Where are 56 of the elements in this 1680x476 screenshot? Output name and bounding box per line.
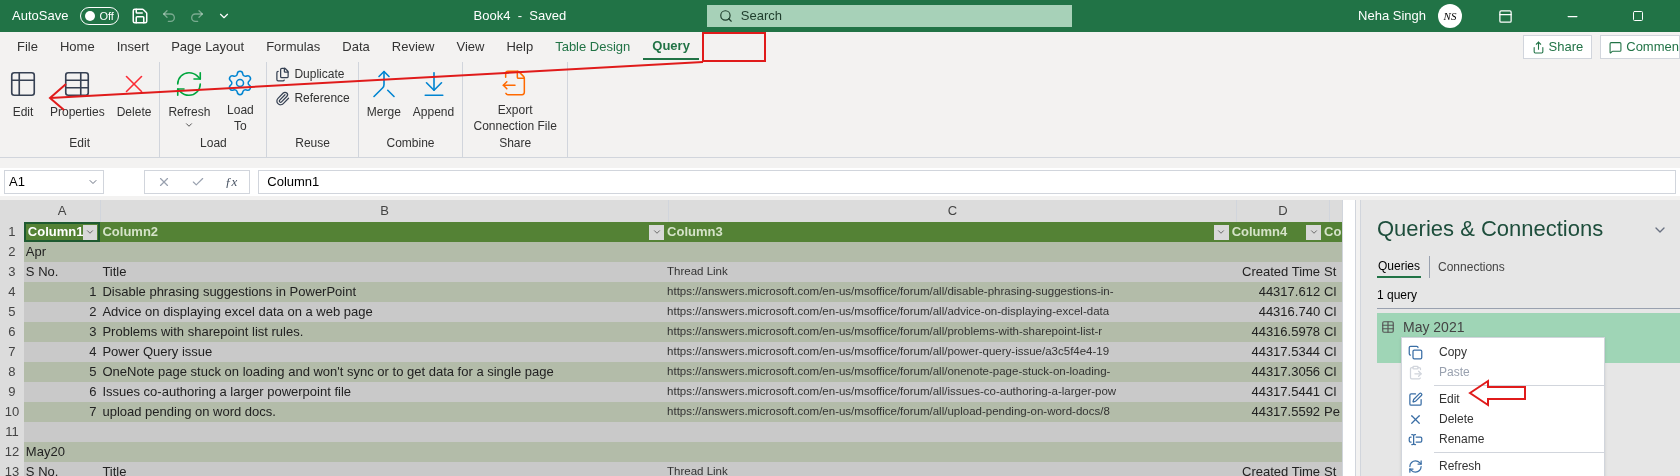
table-cell-text: 4 bbox=[89, 343, 97, 362]
table-cell-text: 6 bbox=[89, 383, 97, 402]
table-cell-text: Cl bbox=[1324, 323, 1337, 342]
table-cell-text: 44317.5441 bbox=[1251, 383, 1321, 402]
table-cell-text: St bbox=[1324, 263, 1337, 282]
group-label: Edit bbox=[68, 135, 92, 152]
table-cell-text: https://answers.microsoft.com/en-us/msoffice/forum/all/problems-with-sharepoint-list-r bbox=[667, 324, 1103, 340]
table-cell-text: https://answers.microsoft.com/en-us/msoffice/forum/all/upload-pending-on-word-docs/8 bbox=[667, 404, 1110, 420]
table-cell-text: 7 bbox=[89, 403, 97, 422]
table-cell-text: Cl bbox=[1324, 343, 1337, 362]
table-cell-text: Pe bbox=[1324, 403, 1340, 422]
table-cell-text: upload pending on word docs. bbox=[102, 403, 276, 422]
table-cell-text: Thread Link bbox=[667, 264, 728, 280]
table-cell-text: May20 bbox=[25, 443, 65, 462]
table-cell-text: Problems with sharepoint list rules. bbox=[102, 323, 304, 342]
pane-title: Queries & Connections bbox=[1377, 215, 1604, 243]
table-cell-text: S No. bbox=[25, 263, 59, 282]
table-cell-text: Apr bbox=[25, 243, 47, 262]
table-cell-text: OneNote page stuck on loading and won't sync or to get data for a single page bbox=[102, 363, 554, 382]
table-cell-text: https://answers.microsoft.com/en-us/msoffice/forum/all/onenote-page-stuck-on-loading- bbox=[667, 364, 1111, 380]
table-cell-text: 44317.3056 bbox=[1251, 363, 1321, 382]
table-cell-text: Title bbox=[102, 263, 127, 282]
group-label: Combine bbox=[385, 135, 436, 152]
query-count: 1 query bbox=[1377, 288, 1418, 302]
table-cell-text: Disable phrasing suggestions in PowerPoint bbox=[102, 283, 357, 302]
table-cell-text: Thread Link bbox=[667, 464, 728, 476]
table-cell-text: 1 bbox=[89, 283, 97, 302]
table-cell-text: Title bbox=[102, 463, 127, 476]
group-label: Reuse bbox=[294, 135, 331, 152]
table-cell-text: 44316.5978 bbox=[1251, 323, 1321, 342]
table-cell-text: 44317.5592 bbox=[1251, 403, 1321, 422]
group-label: Load bbox=[199, 135, 228, 152]
table-cell-text: Created Time bbox=[1242, 263, 1321, 282]
table-cell-text: St bbox=[1324, 463, 1337, 476]
table-cell-text: 5 bbox=[89, 363, 97, 382]
table-cell-text: 44317.5344 bbox=[1251, 343, 1321, 362]
table-cell-text: Cl bbox=[1324, 283, 1337, 302]
table-cell-text: Cl bbox=[1324, 383, 1337, 402]
table-cell-text: S No. bbox=[25, 463, 59, 476]
table-cell-text: 2 bbox=[89, 303, 97, 322]
table-cell-text: 44316.740 bbox=[1258, 303, 1321, 322]
user-name: Neha Singh bbox=[1358, 7, 1426, 26]
table-cell-text: 44317.612 bbox=[1258, 283, 1321, 302]
table-cell-text: Issues co-authoring a larger powerpoint file bbox=[102, 383, 352, 402]
table-cell-text: https://answers.microsoft.com/en-us/msoffice/forum/all/issues-co-authoring-a-larger-pow bbox=[667, 384, 1117, 400]
table-cell-text: Cl bbox=[1324, 303, 1337, 322]
autosave-label: AutoSave bbox=[12, 7, 69, 26]
table-cell-text: Cl bbox=[1324, 363, 1337, 382]
table-cell-text: Advice on displaying excel data on a web page bbox=[102, 303, 373, 322]
table-cell-text: https://answers.microsoft.com/en-us/msoffice/forum/all/power-query-issue/a3c5f4e4-19 bbox=[667, 344, 1110, 360]
table-cell-text: https://answers.microsoft.com/en-us/msoffice/forum/all/advice-on-displaying-excel-data bbox=[667, 304, 1110, 320]
group-label: Share bbox=[498, 135, 533, 152]
table-cell-text: https://answers.microsoft.com/en-us/msoffice/forum/all/disable-phrasing-suggestions-in- bbox=[667, 284, 1114, 300]
table-cell-text: Created Time bbox=[1242, 463, 1321, 476]
table-cell-text: Power Query issue bbox=[102, 343, 213, 362]
table-cell-text: 3 bbox=[89, 323, 97, 342]
